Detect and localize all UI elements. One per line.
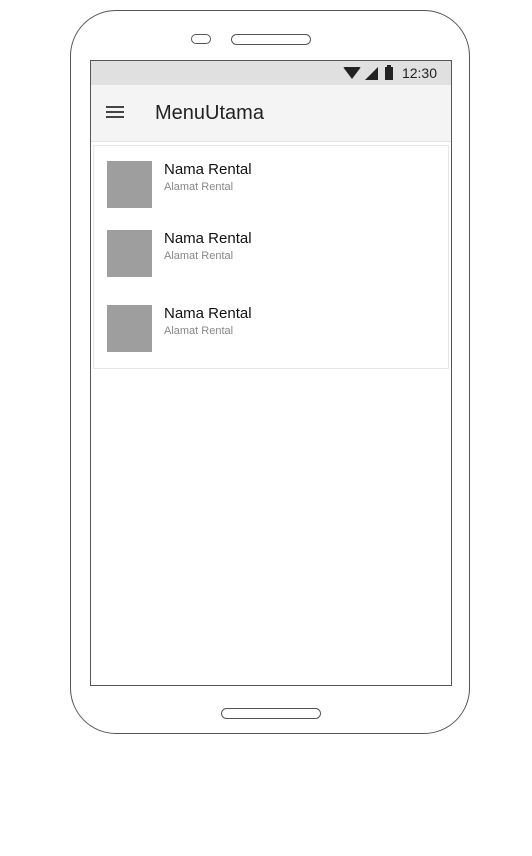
rental-name: Nama Rental: [164, 305, 252, 322]
status-icons: 12:30: [342, 61, 437, 85]
front-camera: [191, 34, 211, 44]
rental-thumbnail: [107, 305, 152, 352]
rental-list-item[interactable]: Nama Rental Alamat Rental: [94, 230, 448, 290]
rental-name: Nama Rental: [164, 230, 252, 247]
app-bar: MenuUtama: [91, 85, 451, 142]
home-button[interactable]: [221, 708, 321, 719]
signal-icon: [364, 66, 378, 80]
rental-address: Alamat Rental: [164, 250, 234, 262]
battery-icon: [384, 64, 393, 80]
earpiece-speaker: [231, 34, 311, 45]
rental-thumbnail: [107, 230, 152, 277]
status-time: 12:30: [401, 65, 437, 81]
status-bar: 12:30: [91, 61, 451, 85]
rental-address: Alamat Rental: [164, 325, 234, 337]
rental-address: Alamat Rental: [164, 181, 234, 193]
page-title: MenuUtama: [155, 102, 264, 124]
rental-list: Nama Rental Alamat Rental Nama Rental Al…: [93, 145, 449, 369]
rental-name: Nama Rental: [164, 161, 252, 178]
wifi-icon: [342, 67, 361, 79]
rental-thumbnail: [107, 161, 152, 208]
rental-list-item[interactable]: Nama Rental Alamat Rental: [94, 305, 448, 365]
phone-screen: 12:30 MenuUtama Nama Rental Alamat Renta…: [90, 60, 452, 686]
rental-list-item[interactable]: Nama Rental Alamat Rental: [94, 161, 448, 221]
hamburger-menu-icon[interactable]: [106, 106, 126, 122]
